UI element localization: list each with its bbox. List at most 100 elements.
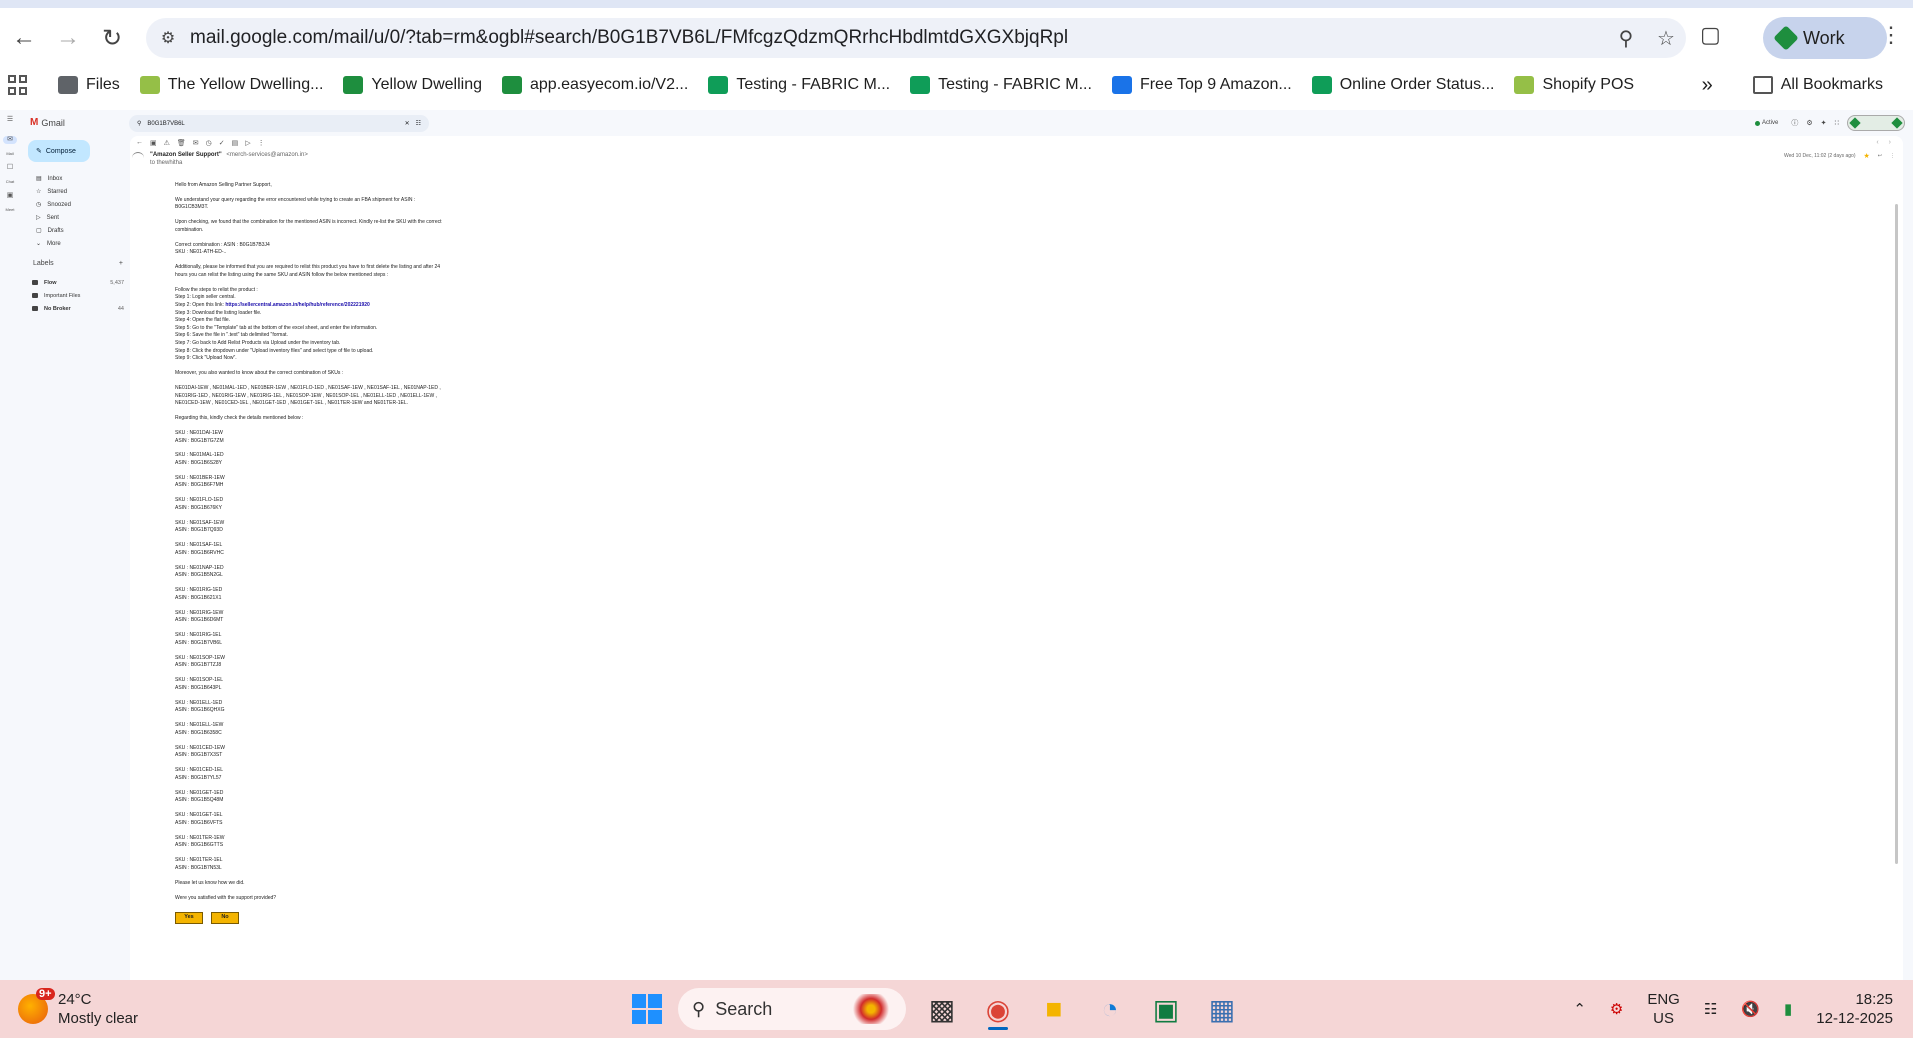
rail-meet-icon[interactable]: ▣: [3, 192, 17, 200]
star-icon[interactable]: ★: [1864, 152, 1870, 160]
sku-text: SKU : NE01GET-1ED: [175, 789, 224, 796]
security-icon[interactable]: ⚙: [1610, 1000, 1623, 1018]
search-query[interactable]: B0G1B7VB6L: [147, 121, 398, 127]
gmail-logo[interactable]: M Gmail: [30, 117, 65, 128]
nav-item-starred[interactable]: ☆ Starred: [22, 185, 128, 198]
start-button[interactable]: [632, 994, 662, 1024]
sender-name[interactable]: "Amazon Seller Support": [150, 152, 222, 158]
zoom-icon[interactable]: ⚲: [1606, 26, 1646, 51]
bookmark-star-icon[interactable]: ☆: [1646, 26, 1686, 51]
site-settings-icon[interactable]: ⚙: [146, 28, 190, 48]
clock[interactable]: 18:25 12-12-2025: [1816, 990, 1893, 1028]
forward-button[interactable]: →: [48, 18, 88, 58]
bookmark-item[interactable]: The Yellow Dwelling...: [139, 76, 323, 94]
main-menu-icon[interactable]: ☰: [3, 116, 17, 124]
folder-icon: [1752, 76, 1773, 94]
clear-search-icon[interactable]: ✕: [405, 120, 410, 127]
bookmark-item[interactable]: Online Order Status...: [1311, 76, 1494, 94]
bookmark-item[interactable]: Files: [58, 76, 120, 94]
gemini-icon[interactable]: ✦: [1821, 119, 1827, 127]
volume-muted-icon[interactable]: 🔇: [1741, 1000, 1760, 1018]
profile-button[interactable]: Work: [1763, 17, 1887, 59]
wifi-icon[interactable]: ☷: [1704, 1000, 1717, 1018]
mail-search-bar[interactable]: ⚲ B0G1B7VB6L ✕ ☷: [129, 115, 429, 132]
address-bar[interactable]: ⚙ mail.google.com/mail/u/0/?tab=rm&ogbl#…: [146, 18, 1686, 58]
excel-button[interactable]: ▣: [1146, 988, 1186, 1030]
add-label-icon[interactable]: +: [119, 260, 123, 267]
account-pill[interactable]: [1847, 115, 1905, 131]
nav-item-sent[interactable]: ▷ Sent: [22, 211, 128, 224]
delete-icon[interactable]: 🗑: [177, 139, 186, 147]
rail-chat-icon[interactable]: ☐: [3, 164, 17, 172]
task-view-button[interactable]: ▩: [922, 988, 962, 1030]
nav-item-snoozed[interactable]: ◷ Snoozed: [22, 198, 128, 211]
nav-item-more[interactable]: ⌄ More: [22, 237, 128, 250]
back-to-list-icon[interactable]: ←: [136, 139, 143, 147]
search-icon[interactable]: ⚲: [137, 120, 141, 127]
back-button[interactable]: ←: [4, 18, 44, 58]
more-bookmarks-icon[interactable]: »: [1702, 74, 1713, 97]
apps-grid-icon[interactable]: [8, 75, 28, 95]
mark-unread-icon[interactable]: ✉: [193, 139, 199, 147]
show-hidden-icons-icon[interactable]: ⌃: [1573, 1000, 1586, 1018]
next-message-icon[interactable]: ›: [1889, 139, 1891, 146]
sku-asin-pair: SKU : NE01GET-1EL ASIN : B0G1B6VFTS: [175, 812, 445, 827]
asin-text: ASIN : B0G1B6GTTS: [175, 842, 224, 849]
no-button[interactable]: No: [211, 912, 239, 925]
status-badge[interactable]: Active: [1750, 118, 1783, 128]
nav-item-inbox[interactable]: ▤ Inbox: [22, 172, 128, 185]
bookmarks-right: » All Bookmarks: [1702, 74, 1903, 97]
message-scrollbar[interactable]: [1895, 204, 1898, 864]
google-apps-icon[interactable]: ∷: [1835, 119, 1839, 127]
language-indicator[interactable]: ENG US: [1647, 990, 1680, 1028]
draft-icon: ▢: [36, 228, 42, 234]
extensions-icon[interactable]: ▢: [1700, 22, 1721, 48]
label-icon[interactable]: ▷: [245, 139, 250, 147]
sku-asin-pair: SKU : NE01RIG-1EW ASIN : B0G1B6D6MT: [175, 610, 445, 625]
bookmark-item[interactable]: app.easyecom.io/V2...: [502, 76, 688, 94]
bookmark-item[interactable]: Testing - FABRIC M...: [910, 76, 1092, 94]
asin-text: ASIN : B0G1B7N53L: [175, 864, 222, 871]
settings-gear-icon[interactable]: ⚙: [1806, 119, 1812, 127]
help-link[interactable]: https://sellercentral.amazon.in/help/hub…: [225, 302, 370, 308]
message-more-icon[interactable]: ⋮: [1890, 153, 1895, 159]
chrome-menu-icon[interactable]: ⋮: [1880, 22, 1902, 48]
bookmark-item[interactable]: Yellow Dwelling: [343, 76, 482, 94]
asin-text: ASIN : B0G1B6VFTS: [175, 819, 223, 826]
reload-button[interactable]: ↻: [92, 18, 132, 58]
search-options-icon[interactable]: ☷: [416, 120, 421, 127]
chrome-taskbar-button[interactable]: ◉: [978, 988, 1018, 1030]
help-icon[interactable]: ⓘ: [1791, 118, 1798, 128]
nav-item-drafts[interactable]: ▢ Drafts: [22, 224, 128, 237]
rail-mail-icon[interactable]: ✉: [3, 136, 17, 144]
snooze-icon[interactable]: ◷: [206, 139, 212, 147]
label-item[interactable]: No Broker 44: [32, 302, 124, 315]
label-item[interactable]: Flow 5,437: [32, 276, 124, 289]
sku-asin-pair: SKU : NE01GET-1ED ASIN : B0G1B5Q48M: [175, 790, 445, 805]
recipient-line[interactable]: to thewhitha: [150, 160, 308, 166]
report-spam-icon[interactable]: ⚠: [164, 139, 170, 147]
compose-button[interactable]: ✎ Compose: [28, 140, 90, 162]
edge-button[interactable]: ◔: [1090, 988, 1130, 1030]
reply-icon[interactable]: ↩: [1878, 153, 1882, 159]
arrow-left-icon: ←: [12, 24, 36, 51]
archive-icon[interactable]: ▣: [150, 139, 157, 147]
bookmark-item[interactable]: Free Top 9 Amazon...: [1111, 76, 1292, 94]
bookmark-label: Files: [86, 76, 120, 93]
taskbar-search[interactable]: ⚲ Search: [678, 988, 906, 1030]
yes-button[interactable]: Yes: [175, 912, 203, 925]
url-text[interactable]: mail.google.com/mail/u/0/?tab=rm&ogbl#se…: [190, 27, 1606, 49]
bookmark-item[interactable]: Testing - FABRIC M...: [708, 76, 890, 94]
move-to-icon[interactable]: ▤: [232, 139, 239, 147]
bookmark-item[interactable]: Shopify POS: [1514, 76, 1634, 94]
calculator-button[interactable]: ▦: [1202, 988, 1242, 1030]
file-explorer-button[interactable]: ■: [1034, 988, 1074, 1030]
label-item[interactable]: Important Files: [32, 289, 124, 302]
prev-message-icon[interactable]: ‹: [1876, 139, 1878, 146]
add-task-icon[interactable]: ✓: [219, 139, 225, 147]
weather-text: 24°C Mostly clear: [58, 990, 138, 1028]
weather-widget[interactable]: 9+ 24°C Mostly clear: [18, 988, 138, 1028]
battery-icon[interactable]: ▮: [1784, 1000, 1792, 1018]
all-bookmarks-button[interactable]: All Bookmarks: [1752, 76, 1883, 94]
more-options-icon[interactable]: ⋮: [258, 139, 265, 147]
